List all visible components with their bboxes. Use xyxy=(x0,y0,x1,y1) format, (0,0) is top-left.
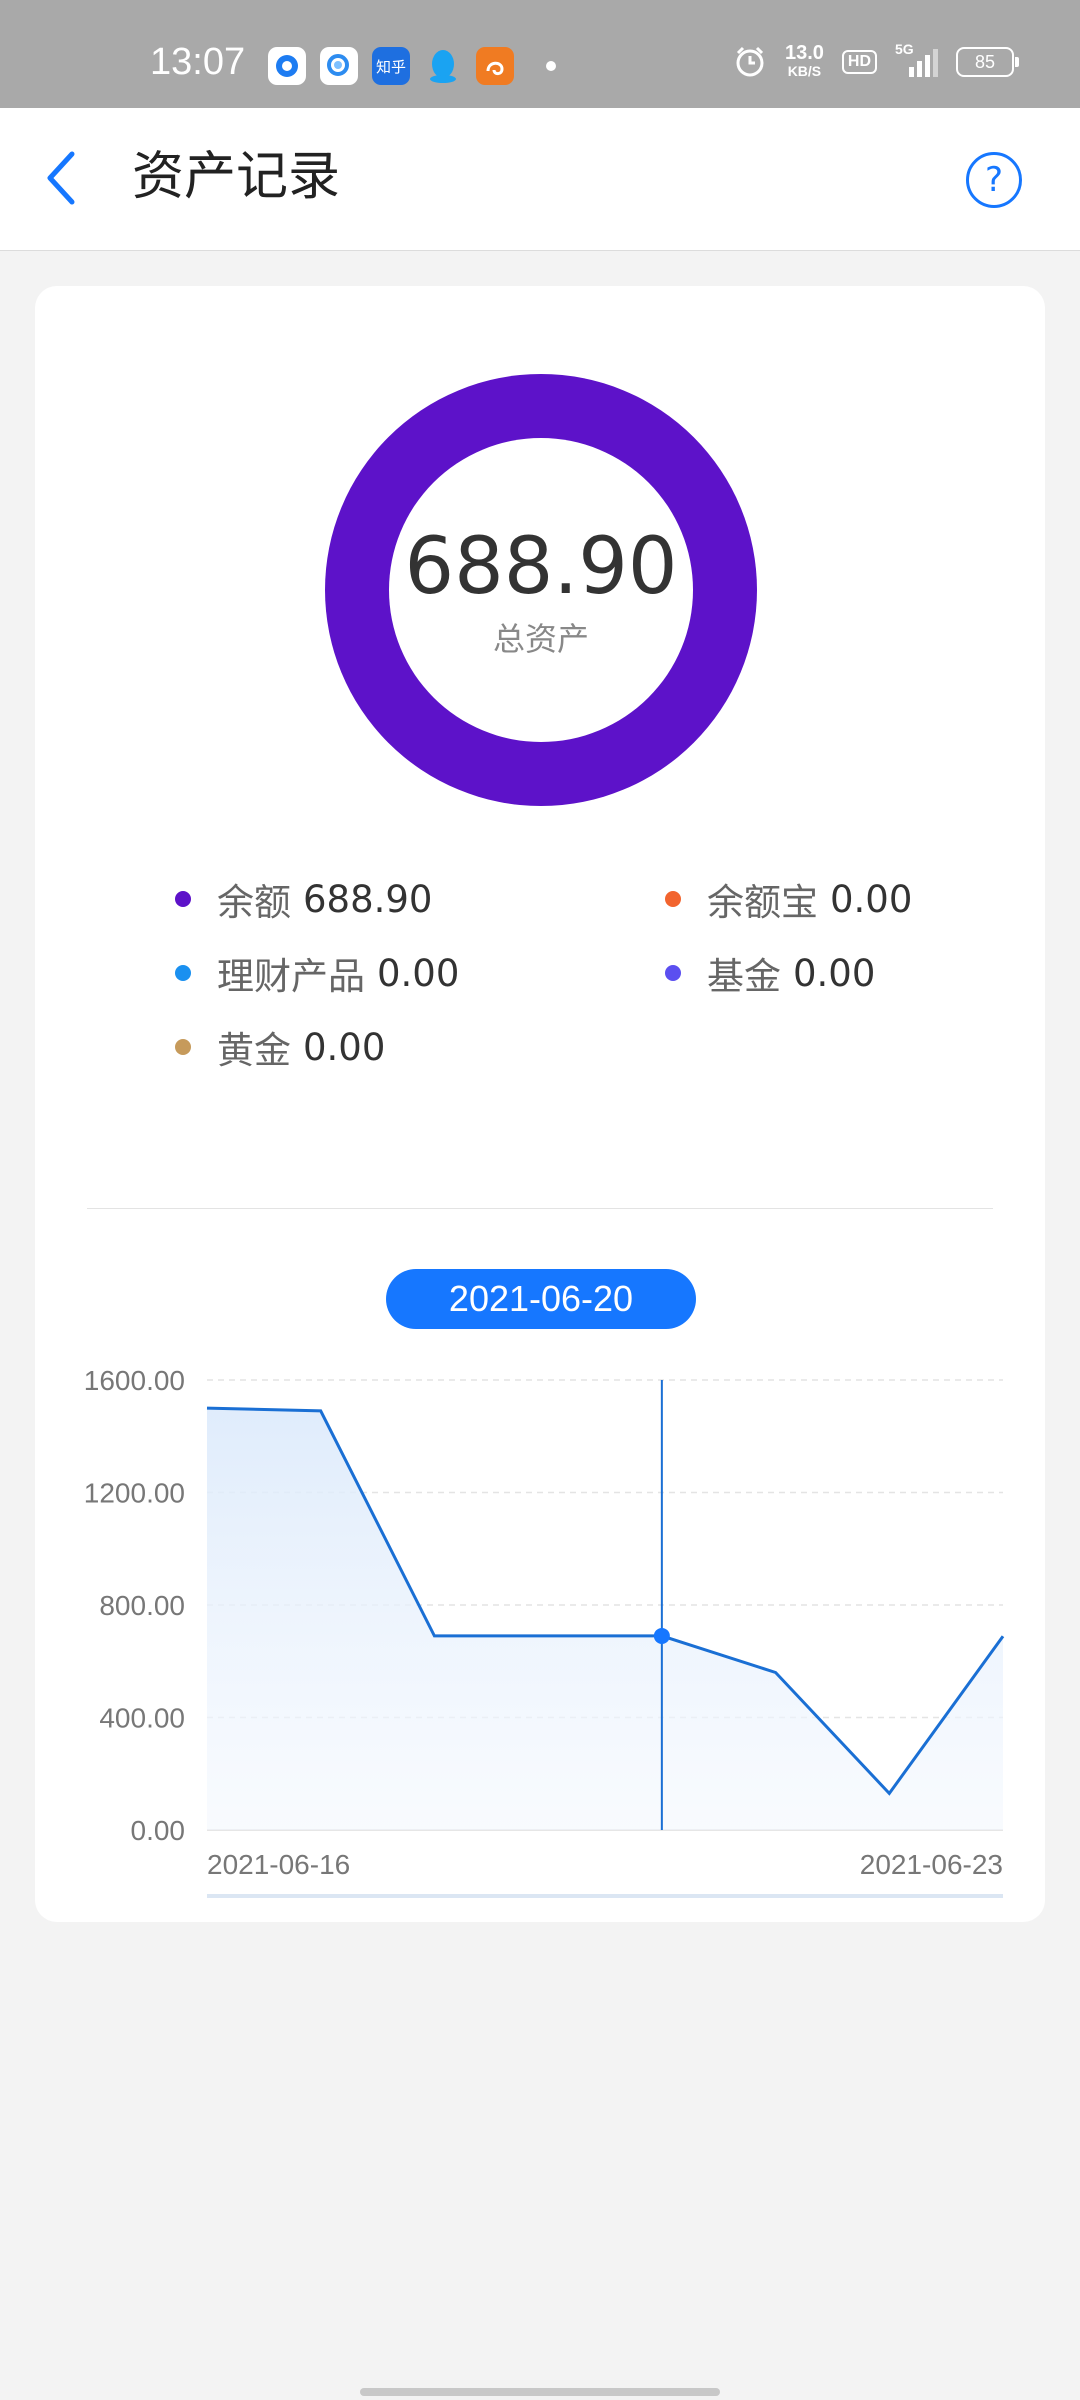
legend-item-yuebao: 余额宝 0.00 xyxy=(665,874,912,924)
page-title: 资产记录 xyxy=(132,147,341,207)
back-arrow-icon[interactable] xyxy=(42,148,82,208)
total-asset-label: 总资产 xyxy=(492,620,589,658)
asset-line-chart[interactable]: 1600.00 1200.00 800.00 400.00 0.00 2021-06-1… xyxy=(35,1326,1045,1906)
network-speed: 13.0 KB/S xyxy=(784,42,824,80)
battery-icon: 85 xyxy=(956,47,1019,77)
legend-item-wealth-products: 理财产品 0.00 xyxy=(175,948,459,998)
legend-dot xyxy=(175,891,191,907)
x-tick-label: 2021-06-16 xyxy=(207,1849,350,1880)
network-type: 5G xyxy=(895,41,914,57)
y-tick-label: 400.00 xyxy=(99,1703,185,1734)
y-tick-label: 1600.00 xyxy=(84,1365,185,1396)
asset-donut-chart: 688.90 总资产 xyxy=(325,374,757,806)
legend-value: 0.00 xyxy=(377,951,460,995)
legend-value: 0.00 xyxy=(830,877,913,921)
legend-value: 0.00 xyxy=(793,951,876,995)
help-icon[interactable]: ? xyxy=(966,152,1022,208)
legend-item-balance: 余额 688.90 xyxy=(175,874,432,924)
search-app-icon xyxy=(320,47,358,85)
chart-area-fill xyxy=(207,1408,1003,1830)
legend-label: 理财产品 xyxy=(217,955,365,998)
asset-card: 688.90 总资产 余额 688.90 余额宝 0.00 理财产品 0.00 … xyxy=(35,286,1045,1922)
signal-icon: 5G xyxy=(895,41,938,77)
app-header: 资产记录 ? xyxy=(0,108,1080,251)
chart-scrollbar[interactable] xyxy=(207,1894,1003,1898)
status-bar: 13:07 知乎 13.0 KB/S HD 5G 85 xyxy=(0,0,1080,108)
selected-data-point[interactable] xyxy=(653,1627,670,1644)
legend-label: 黄金 xyxy=(217,1029,291,1072)
more-notifications-dot xyxy=(546,61,556,71)
qq-app-icon xyxy=(424,47,462,85)
chart-svg[interactable]: 1600.00 1200.00 800.00 400.00 0.00 2021-06-1… xyxy=(35,1326,1045,1906)
legend-dot xyxy=(175,1039,191,1055)
legend-dot xyxy=(175,965,191,981)
alarm-icon xyxy=(736,46,764,77)
y-tick-label: 0.00 xyxy=(131,1815,186,1846)
legend-dot xyxy=(665,965,681,981)
notification-icons: 知乎 xyxy=(268,46,556,86)
battery-level: 85 xyxy=(974,51,996,72)
total-asset-value: 688.90 xyxy=(404,522,678,612)
legend-label: 余额 xyxy=(217,881,291,924)
network-speed-value: 13.0 xyxy=(784,42,824,64)
legend-label: 余额宝 xyxy=(707,881,818,924)
legend-value: 0.00 xyxy=(303,1025,386,1069)
legend-dot xyxy=(665,891,681,907)
legend-item-fund: 基金 0.00 xyxy=(665,948,875,998)
y-tick-label: 1200.00 xyxy=(84,1478,185,1509)
legend-value: 688.90 xyxy=(303,877,433,921)
hd-badge: HD xyxy=(841,50,877,74)
uc-browser-app-icon xyxy=(476,47,514,85)
home-indicator[interactable] xyxy=(360,2388,720,2396)
y-tick-label: 800.00 xyxy=(99,1590,185,1621)
legend-label: 基金 xyxy=(707,955,781,998)
legend-item-gold: 黄金 0.00 xyxy=(175,1022,385,1072)
zhihu-app-icon: 知乎 xyxy=(372,47,410,85)
status-time: 13:07 xyxy=(150,41,246,83)
browser-app-icon xyxy=(268,47,306,85)
section-divider xyxy=(87,1208,993,1209)
x-tick-label: 2021-06-23 xyxy=(860,1849,1003,1880)
system-icons: 13.0 KB/S HD 5G 85 xyxy=(733,40,1019,84)
selected-date-badge: 2021-06-20 xyxy=(386,1269,696,1329)
zhihu-label: 知乎 xyxy=(375,57,406,76)
network-speed-unit: KB/S xyxy=(787,63,822,79)
